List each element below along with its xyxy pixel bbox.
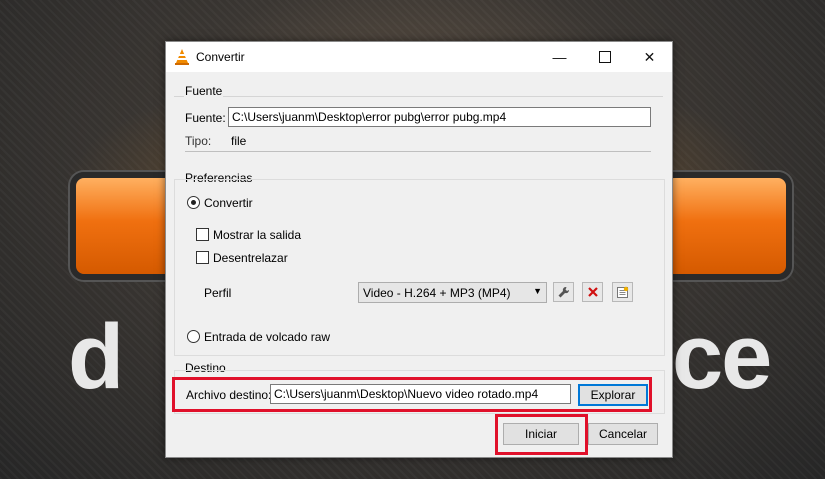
convert-dialog: Convertir — ✕ Fuente Fuente: C:\Users\ju… — [165, 41, 673, 458]
perfil-select-value: Video - H.264 + MP3 (MP4) — [363, 286, 511, 300]
convertir-radio[interactable] — [187, 196, 200, 209]
new-profile-icon — [617, 286, 629, 298]
title-bar: Convertir — ✕ — [166, 42, 672, 72]
delete-x-icon — [587, 287, 598, 297]
archivo-destino-label: Archivo destino: — [186, 388, 272, 402]
volcado-raw-label: Entrada de volcado raw — [204, 330, 331, 344]
maximize-button[interactable] — [582, 42, 627, 72]
volcado-raw-radio[interactable] — [187, 330, 200, 343]
perfil-label: Perfil — [204, 286, 232, 300]
edit-profile-button[interactable] — [553, 282, 574, 302]
delete-profile-button[interactable] — [582, 282, 603, 302]
background-logo-text-right: ce — [672, 306, 772, 408]
vlc-cone-icon — [175, 49, 189, 65]
cancelar-button[interactable]: Cancelar — [588, 423, 658, 445]
chevron-down-icon: ▼ — [533, 286, 542, 296]
fuente-group-title: Fuente — [184, 84, 224, 98]
fuente-input[interactable]: C:\Users\juanm\Desktop\error pubg\error … — [228, 107, 651, 127]
close-button[interactable]: ✕ — [627, 42, 672, 72]
iniciar-button[interactable]: Iniciar — [503, 423, 579, 445]
fuente-label: Fuente: — [185, 111, 226, 125]
tipo-value: file — [231, 134, 247, 148]
new-profile-button[interactable] — [612, 282, 633, 302]
explorar-button[interactable]: Explorar — [578, 384, 648, 406]
desentrelazar-label: Desentrelazar — [213, 251, 288, 265]
mostrar-salida-label: Mostrar la salida — [213, 228, 302, 242]
minimize-button[interactable]: — — [537, 42, 582, 72]
desentrelazar-checkbox[interactable] — [196, 251, 209, 264]
wrench-icon — [558, 286, 570, 297]
perfil-select[interactable]: Video - H.264 + MP3 (MP4) ▼ — [358, 282, 547, 303]
background-orange-bar-right — [660, 172, 792, 280]
convertir-radio-label: Convertir — [204, 196, 253, 210]
mostrar-salida-checkbox[interactable] — [196, 228, 209, 241]
fuente-divider — [185, 151, 651, 152]
tipo-label: Tipo: — [185, 134, 212, 148]
archivo-destino-input[interactable]: C:\Users\juanm\Desktop\Nuevo video rotad… — [270, 384, 571, 404]
window-title: Convertir — [196, 50, 245, 64]
background-logo-text-left: d — [68, 306, 124, 408]
